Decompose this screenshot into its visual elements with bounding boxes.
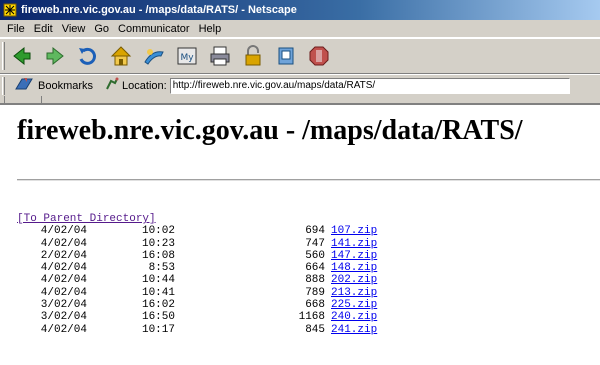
file-date: 2/02/04: [40, 249, 87, 262]
forward-icon: [46, 46, 64, 66]
parent-directory-link[interactable]: [To Parent Directory]: [17, 213, 377, 225]
file-link[interactable]: 141.zip: [331, 238, 377, 250]
file-size: 668: [305, 299, 325, 312]
search-icon: [144, 49, 164, 65]
file-size: 560: [305, 249, 325, 262]
file-time: 10:44: [141, 274, 175, 287]
window-title-bar: fireweb.nre.vic.gov.au - /maps/data/RATS…: [0, 0, 600, 20]
menu-go[interactable]: Go: [91, 23, 115, 35]
file-link[interactable]: 241.zip: [331, 324, 377, 336]
my-netscape-icon: My: [177, 47, 197, 65]
navigation-toolbar: My: [0, 38, 600, 74]
file-date: 4/02/04: [40, 237, 87, 250]
file-link[interactable]: 202.zip: [331, 274, 377, 286]
location-grip[interactable]: [2, 77, 5, 95]
location-label: Location:: [105, 77, 167, 94]
file-date: 4/02/04: [40, 225, 87, 238]
forward-button[interactable]: [41, 42, 69, 70]
reload-button[interactable]: [74, 42, 102, 70]
file-row: 4/02/04 10:17 845 241.zip: [17, 324, 377, 336]
file-time: 10:23: [141, 237, 175, 250]
back-icon: [13, 46, 31, 66]
page-heading: fireweb.nre.vic.gov.au - /maps/data/RATS…: [17, 115, 523, 146]
location-url-field[interactable]: http://fireweb.nre.vic.gov.au/maps/data/…: [169, 77, 570, 94]
location-toolbar: Bookmarks Location: http://fireweb.nre.v…: [0, 74, 600, 96]
svg-text:My: My: [180, 53, 194, 63]
file-link[interactable]: 107.zip: [331, 225, 377, 237]
file-link[interactable]: 147.zip: [331, 250, 377, 262]
page-content: fireweb.nre.vic.gov.au - /maps/data/RATS…: [0, 105, 600, 365]
file-time: 16:50: [141, 311, 175, 324]
security-icon: [245, 45, 261, 66]
back-button[interactable]: [8, 42, 36, 70]
toolbar-grip[interactable]: [2, 42, 5, 70]
stop-icon: [309, 46, 329, 66]
file-date: 3/02/04: [40, 299, 87, 312]
file-size: 789: [305, 286, 325, 299]
file-date: 4/02/04: [40, 286, 87, 299]
home-button[interactable]: [107, 42, 135, 70]
menu-file[interactable]: File: [4, 23, 31, 35]
bookmarks-button[interactable]: Bookmarks: [14, 77, 93, 94]
file-size: 747: [305, 237, 325, 250]
menu-communicator[interactable]: Communicator: [115, 23, 196, 35]
file-size: 888: [305, 274, 325, 287]
security-button[interactable]: [239, 42, 267, 70]
file-time: 16:08: [141, 249, 175, 262]
my-netscape-button[interactable]: My: [173, 42, 201, 70]
menu-bar: File Edit View Go Communicator Help: [0, 20, 600, 38]
menu-view[interactable]: View: [59, 23, 92, 35]
print-button[interactable]: [206, 42, 234, 70]
location-text: Location:: [122, 79, 167, 92]
netscape-app-icon: [3, 3, 17, 17]
page-proxy-icon[interactable]: [105, 77, 119, 94]
bookmarks-icon: [14, 77, 34, 94]
directory-listing: [To Parent Directory] 4/02/04 10:02 694 …: [17, 213, 377, 336]
file-row: 4/02/04 10:02 694 107.zip: [17, 225, 377, 237]
file-link[interactable]: 213.zip: [331, 287, 377, 299]
file-size: 1168: [298, 311, 325, 324]
file-size: 845: [305, 323, 325, 336]
toolbar-expand-tab[interactable]: [4, 96, 42, 104]
print-icon: [210, 46, 230, 66]
file-time: 8:53: [148, 262, 175, 275]
menu-edit[interactable]: Edit: [31, 23, 59, 35]
file-date: 4/02/04: [40, 274, 87, 287]
file-time: 10:41: [141, 286, 175, 299]
file-link[interactable]: 225.zip: [331, 299, 377, 311]
file-time: 10:02: [141, 225, 175, 238]
window-title: fireweb.nre.vic.gov.au - /maps/data/RATS…: [21, 4, 297, 16]
file-row: 4/02/04 10:23 747 141.zip: [17, 238, 377, 250]
file-time: 16:02: [141, 299, 175, 312]
file-date: 4/02/04: [40, 262, 87, 275]
file-size: 694: [305, 225, 325, 238]
collapsed-personal-toolbar: [0, 96, 600, 104]
horizontal-rule: [17, 179, 600, 181]
file-link[interactable]: 148.zip: [331, 262, 377, 274]
file-row: 2/02/04 16:08 560 147.zip: [17, 250, 377, 262]
file-link[interactable]: 240.zip: [331, 311, 377, 323]
file-row: 3/02/04 16:02 668 225.zip: [17, 299, 377, 311]
file-size: 664: [305, 262, 325, 275]
file-date: 3/02/04: [40, 311, 87, 324]
stop-button[interactable]: [305, 42, 333, 70]
file-row: 4/02/04 10:44 888 202.zip: [17, 274, 377, 286]
home-icon: [110, 46, 132, 66]
file-date: 4/02/04: [40, 323, 87, 336]
file-row: 4/02/04 8:53 664 148.zip: [17, 262, 377, 274]
file-time: 10:17: [141, 323, 175, 336]
shop-icon: [278, 47, 294, 65]
menu-help[interactable]: Help: [196, 23, 228, 35]
reload-icon: [79, 47, 96, 65]
file-row: 3/02/04 16:50 1168 240.zip: [17, 311, 377, 323]
search-button[interactable]: [140, 42, 168, 70]
bookmarks-label: Bookmarks: [38, 79, 94, 92]
file-row: 4/02/04 10:41 789 213.zip: [17, 287, 377, 299]
shop-button[interactable]: [272, 42, 300, 70]
